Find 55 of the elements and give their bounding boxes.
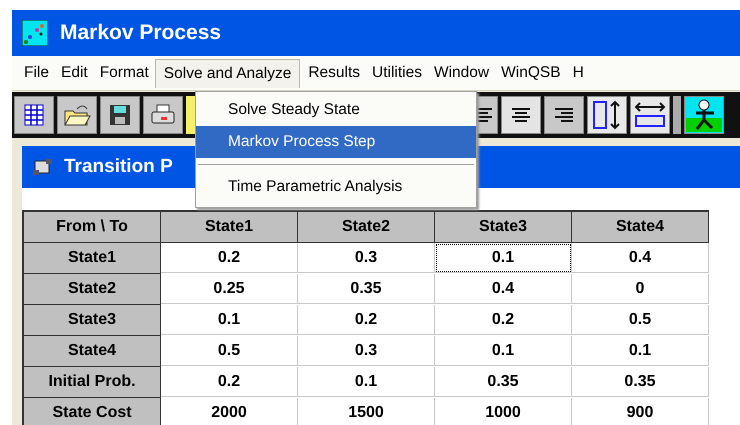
running-figure-icon[interactable]	[684, 96, 724, 134]
row-header: State4	[24, 336, 161, 367]
folder-icon[interactable]	[57, 96, 97, 134]
window-title: Markov Process	[60, 21, 222, 45]
column-header: State4	[572, 212, 709, 243]
printer-icon[interactable]	[143, 96, 183, 134]
window-icon	[32, 157, 54, 177]
row-header: State Cost	[24, 398, 161, 425]
column-width-icon[interactable]	[630, 96, 670, 134]
table-cell[interactable]: 0.2	[435, 305, 572, 335]
row-header: Initial Prob.	[24, 367, 161, 398]
table-cell[interactable]: 0.1	[572, 336, 709, 366]
menu-item[interactable]: Window	[428, 58, 496, 88]
table-cell[interactable]: 0.4	[435, 274, 572, 304]
row-header: State3	[24, 305, 161, 336]
menu-item[interactable]: Utilities	[366, 58, 428, 88]
menu-item[interactable]: Results	[302, 58, 366, 88]
table-cell[interactable]: 0.5	[161, 336, 298, 366]
row-header: State2	[24, 274, 161, 305]
menu-option[interactable]: Markov Process Step	[196, 126, 476, 158]
table-cell[interactable]: 0.25	[161, 274, 298, 304]
menu-item[interactable]: WinQSB	[495, 58, 567, 88]
table-cell[interactable]: 0.1	[161, 305, 298, 335]
column-header: State1	[161, 212, 298, 243]
table-cell[interactable]: 0.2	[161, 367, 298, 397]
menu-item[interactable]: Solve and Analyze	[154, 58, 300, 88]
menu-item[interactable]: H	[566, 58, 590, 88]
row-header: State1	[24, 243, 161, 274]
table-cell[interactable]: 0.2	[298, 305, 435, 335]
table-cell[interactable]: 0.5	[572, 305, 709, 335]
align-right-icon[interactable]	[544, 96, 584, 134]
menu-item[interactable]: Edit	[54, 58, 94, 88]
table-cell[interactable]: 0	[572, 274, 709, 304]
row-height-icon[interactable]	[587, 96, 627, 134]
align-center-icon[interactable]	[501, 96, 541, 134]
table-cell[interactable]: 0.35	[435, 367, 572, 397]
table-cell[interactable]: 0.1	[298, 367, 435, 397]
window-title: Transition P	[64, 156, 173, 178]
table-cell[interactable]: 0.3	[298, 243, 435, 273]
menu-option[interactable]: Time Parametric Analysis	[196, 171, 476, 203]
table-cell[interactable]: 0.2	[161, 243, 298, 273]
column-header: State3	[435, 212, 572, 243]
table-cell[interactable]: 0.3	[298, 336, 435, 366]
menu-item[interactable]: File	[18, 58, 55, 88]
app-icon	[22, 20, 48, 46]
toolbar-separator	[673, 96, 681, 134]
table-cell[interactable]: 0.1	[435, 336, 572, 366]
menu-item[interactable]: Format	[94, 58, 155, 88]
column-header: From \ To	[24, 212, 161, 243]
column-header: State2	[298, 212, 435, 243]
table-cell[interactable]: 0.35	[298, 274, 435, 304]
grid-icon[interactable]	[14, 96, 54, 134]
table-cell[interactable]: 0.4	[572, 243, 709, 273]
table-cell[interactable]: 0.35	[572, 367, 709, 397]
table-cell[interactable]: 0.1	[435, 243, 572, 273]
